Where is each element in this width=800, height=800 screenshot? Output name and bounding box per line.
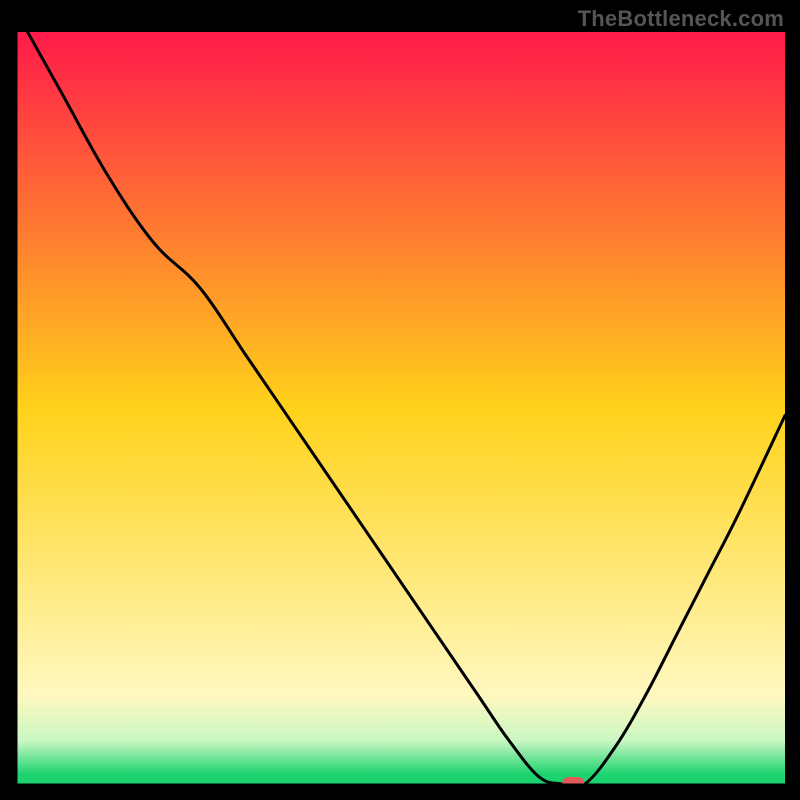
- gradient-background: [15, 32, 785, 786]
- watermark-text: TheBottleneck.com: [578, 6, 784, 32]
- green-band: [15, 774, 785, 784]
- plot-area: [15, 32, 785, 786]
- plot-svg: [15, 32, 785, 786]
- chart-frame: TheBottleneck.com: [0, 0, 800, 800]
